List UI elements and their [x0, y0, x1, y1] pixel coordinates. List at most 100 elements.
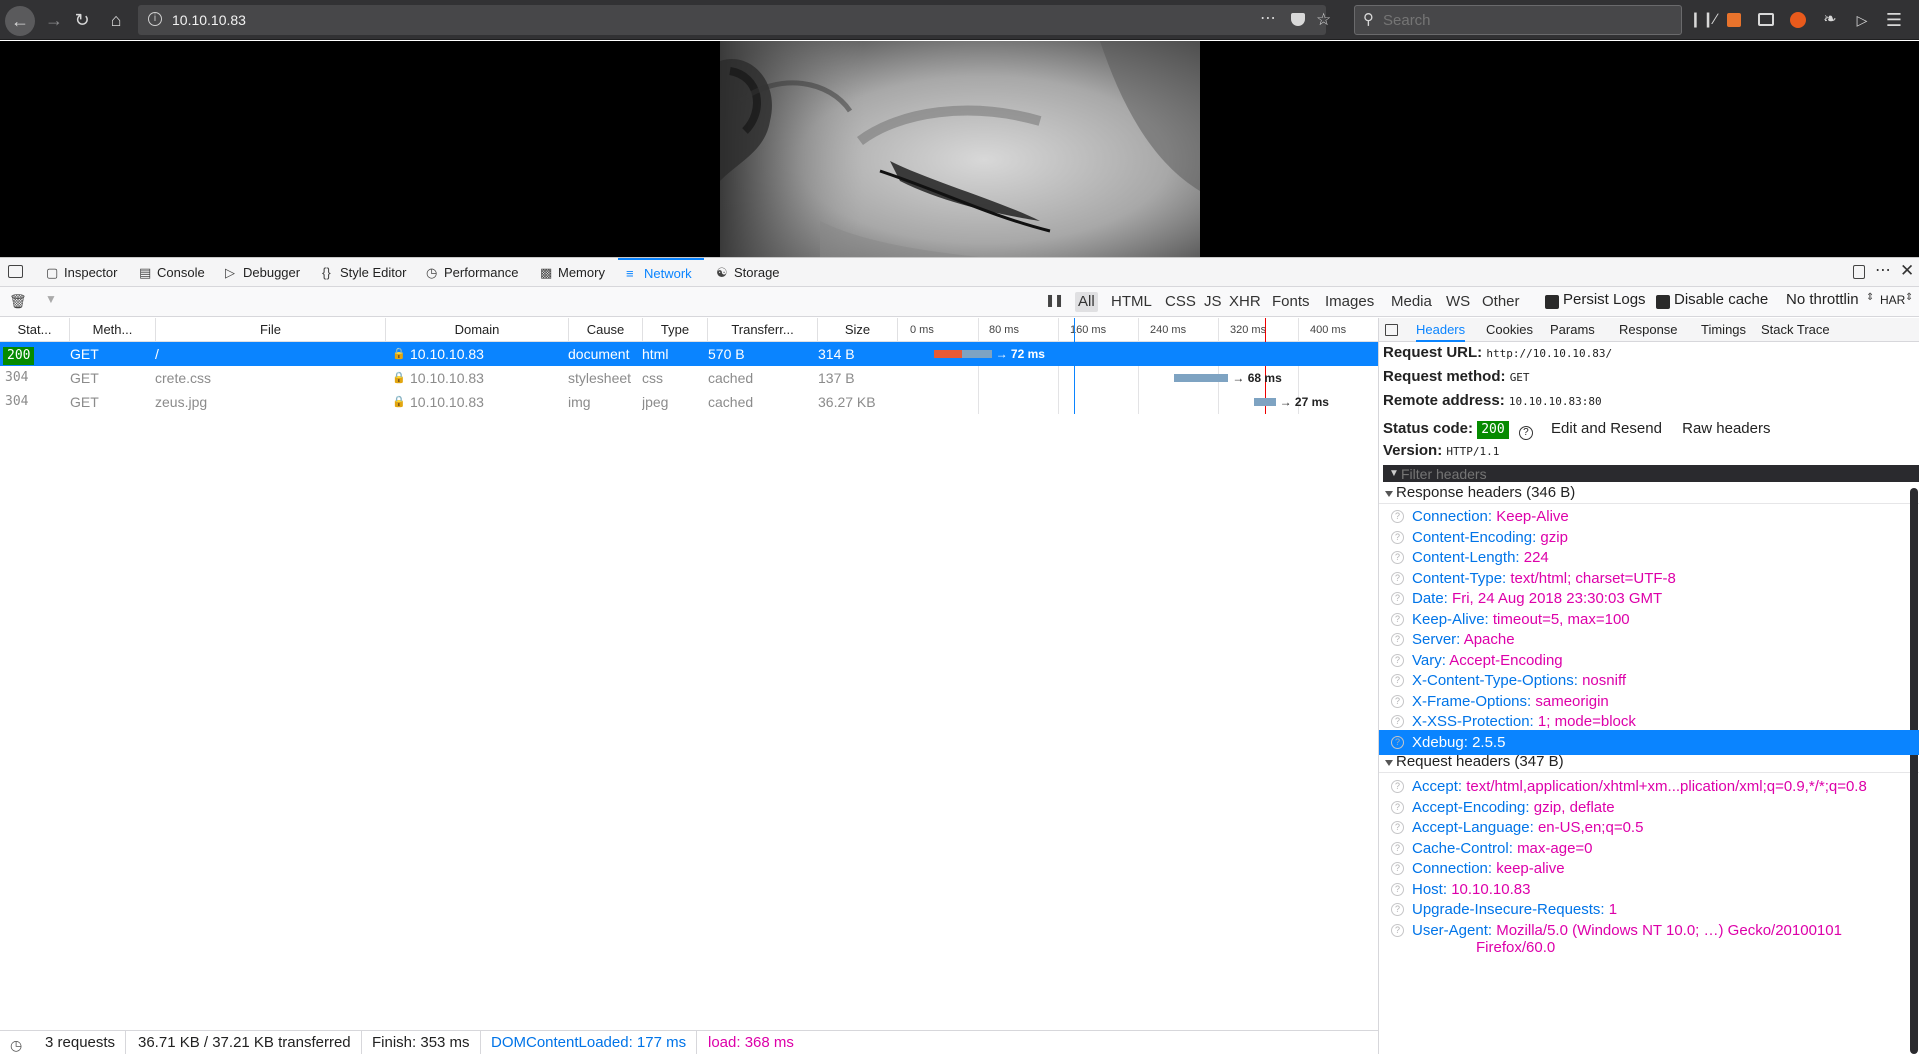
tab-stack-trace[interactable]: Stack Trace: [1761, 318, 1830, 342]
tab-response[interactable]: Response: [1619, 318, 1678, 342]
header-help-icon[interactable]: ?: [1391, 571, 1404, 585]
response-headers-section[interactable]: Response headers (346 B): [1379, 482, 1919, 504]
toggle-sidebar-icon[interactable]: [1385, 324, 1398, 336]
url-bar[interactable]: i 10.10.10.83 ⋯ ☆: [138, 5, 1331, 35]
dock-icon[interactable]: [1853, 265, 1865, 279]
response-header-row[interactable]: ? Xdebug: 2.5.5: [1379, 729, 1919, 755]
tab-inspector[interactable]: ▢ Inspector: [44, 258, 117, 287]
request-url-value[interactable]: http://10.10.10.83/: [1486, 347, 1612, 360]
close-icon[interactable]: ✕: [1900, 261, 1914, 281]
har-menu[interactable]: HAR: [1880, 293, 1905, 307]
persist-logs-checkbox[interactable]: [1545, 295, 1559, 309]
disable-cache-checkbox[interactable]: [1656, 295, 1670, 309]
tab-memory[interactable]: ▩ Memory: [538, 258, 605, 287]
firefox-account-icon[interactable]: [1790, 12, 1806, 28]
tab-storage[interactable]: ☯ Storage: [714, 258, 780, 287]
col-type[interactable]: Type: [643, 318, 708, 342]
persist-logs-label[interactable]: Persist Logs: [1563, 291, 1646, 308]
reload-icon[interactable]: ↻: [68, 6, 96, 34]
sidebar-icon[interactable]: [1758, 13, 1774, 26]
tab-performance[interactable]: ◷ Performance: [424, 258, 518, 287]
header-help-icon[interactable]: ?: [1391, 551, 1404, 564]
tab-timings[interactable]: Timings: [1701, 318, 1746, 342]
filter-icon[interactable]: ▼: [45, 292, 57, 306]
url-text[interactable]: 10.10.10.83: [172, 5, 246, 35]
filter-ws[interactable]: WS: [1443, 292, 1473, 312]
filter-js[interactable]: JS: [1201, 292, 1225, 312]
edit-resend-button[interactable]: Edit and Resend: [1551, 420, 1662, 437]
pause-icon[interactable]: ❚❚: [1045, 293, 1064, 307]
header-help-icon[interactable]: ?: [1391, 821, 1404, 834]
filter-all[interactable]: All: [1075, 292, 1098, 312]
menu-icon[interactable]: ☰: [1880, 6, 1908, 34]
header-help-icon[interactable]: ?: [1391, 800, 1404, 814]
header-help-icon[interactable]: ?: [1391, 674, 1404, 687]
extension2-icon[interactable]: ❧: [1816, 6, 1844, 34]
tab-cookies[interactable]: Cookies: [1486, 318, 1533, 342]
header-name: Server:: [1412, 631, 1461, 648]
header-help-icon[interactable]: ?: [1391, 510, 1404, 523]
trash-icon[interactable]: 🗑: [9, 293, 27, 310]
filter-media[interactable]: Media: [1388, 292, 1435, 312]
header-help-icon[interactable]: ?: [1391, 735, 1404, 749]
help-icon[interactable]: ?: [1518, 426, 1533, 440]
more-icon[interactable]: ⋯: [1260, 5, 1276, 33]
bookmark-star-icon[interactable]: ☆: [1316, 5, 1331, 35]
header-help-icon[interactable]: ?: [1391, 694, 1404, 708]
search-input[interactable]: [1383, 9, 1673, 31]
header-help-icon[interactable]: ?: [1391, 780, 1404, 793]
element-picker-icon[interactable]: [8, 265, 23, 278]
tab-style-editor[interactable]: {} Style Editor: [320, 258, 406, 287]
header-help-icon[interactable]: ?: [1391, 903, 1404, 916]
table-row[interactable]: 304 GET zeus.jpg 🔒 10.10.10.83 img jpeg …: [0, 390, 1378, 414]
back-icon[interactable]: ←: [5, 6, 35, 36]
throttling-select[interactable]: No throttlin: [1786, 291, 1872, 308]
tab-network[interactable]: ≡ Network: [618, 258, 704, 287]
header-help-icon[interactable]: ?: [1391, 882, 1404, 896]
search-bar[interactable]: ⚲: [1354, 5, 1682, 35]
header-help-icon[interactable]: ?: [1391, 612, 1404, 626]
filter-images[interactable]: Images: [1322, 292, 1377, 312]
disable-cache-label[interactable]: Disable cache: [1674, 291, 1768, 308]
send-icon[interactable]: ▷: [1848, 6, 1876, 34]
info-icon[interactable]: i: [148, 12, 162, 26]
col-method[interactable]: Meth...: [70, 318, 156, 342]
col-cause[interactable]: Cause: [569, 318, 643, 342]
header-name: Connection:: [1412, 508, 1493, 525]
filter-other[interactable]: Other: [1479, 292, 1523, 312]
header-help-icon[interactable]: ?: [1391, 862, 1404, 875]
col-domain[interactable]: Domain: [386, 318, 569, 342]
filter-fonts[interactable]: Fonts: [1269, 292, 1313, 312]
tab-console[interactable]: ▤ Console: [137, 258, 205, 287]
tab-debugger[interactable]: ▷ Debugger: [223, 258, 300, 287]
header-help-icon[interactable]: ?: [1391, 715, 1404, 728]
raw-headers-button[interactable]: Raw headers: [1682, 420, 1770, 437]
header-help-icon[interactable]: ?: [1391, 530, 1404, 544]
extension-icon[interactable]: [1727, 13, 1741, 27]
pocket-icon[interactable]: [1291, 13, 1305, 26]
home-icon[interactable]: ⌂: [102, 6, 130, 34]
insecure-lock-icon: 🔒: [392, 348, 406, 360]
table-row[interactable]: 304 GET crete.css 🔒 10.10.10.83 styleshe…: [0, 366, 1378, 390]
col-status[interactable]: Stat...: [0, 318, 70, 342]
header-help-icon[interactable]: ?: [1391, 592, 1404, 605]
header-help-icon[interactable]: ?: [1391, 841, 1404, 855]
header-value: 224: [1523, 549, 1549, 566]
header-value: nosniff: [1582, 672, 1627, 689]
col-size[interactable]: Size: [818, 318, 898, 342]
filter-headers-box[interactable]: ▼: [1383, 465, 1919, 482]
tab-headers[interactable]: Headers: [1416, 318, 1466, 342]
library-icon[interactable]: ❙❙∕: [1689, 6, 1717, 34]
header-help-icon[interactable]: ?: [1391, 633, 1404, 646]
table-row[interactable]: 200 GET / 🔒 10.10.10.83 document html 57…: [0, 342, 1378, 366]
filter-xhr[interactable]: XHR: [1226, 292, 1264, 312]
col-file[interactable]: File: [156, 318, 386, 342]
col-transferred[interactable]: Transferr...: [708, 318, 818, 342]
filter-css[interactable]: CSS: [1162, 292, 1199, 312]
more-options-icon[interactable]: ⋯: [1875, 260, 1891, 280]
filter-headers-input[interactable]: [1401, 465, 1901, 482]
tab-params[interactable]: Params: [1550, 318, 1595, 342]
filter-html[interactable]: HTML: [1108, 292, 1155, 312]
forward-icon[interactable]: →: [40, 6, 68, 34]
header-help-icon[interactable]: ?: [1391, 653, 1404, 667]
